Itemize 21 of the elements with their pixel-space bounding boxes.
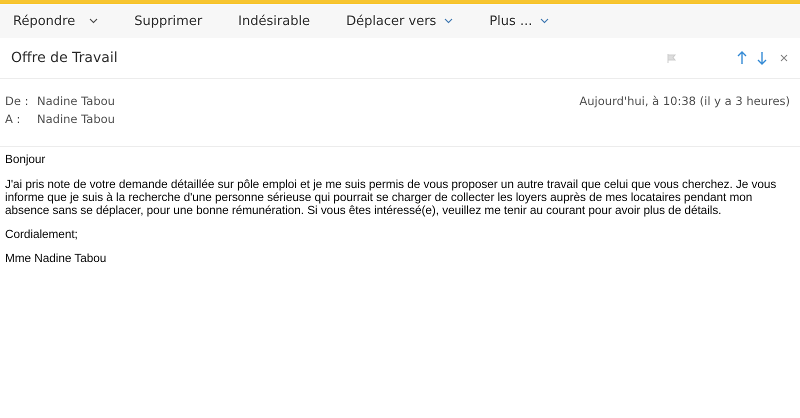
caret-icon[interactable] [444,18,454,24]
header-label: De : [5,94,30,108]
header-label: A : [5,112,22,126]
caret-icon[interactable] [89,18,98,24]
message-paragraph: J'ai pris note de votre demande détaillée sur pôle emploi et je me suis permis de vous proposer un autre travail que celui que vous cherchez. Je vous informe que je suis à la recherche d'une personne sérieuse qui pourrait se charger de collecter les loyers auprès de mes locataires pendant mon absence sans se déplacer, pour une bonne rémunération. Si vous êtes intéressé(e), veuillez me tenir au courant pour avoir plus de détails. [5,178,778,217]
toolbar-button[interactable]: Plus ... [479,7,560,35]
next-arrow-icon[interactable] [757,51,767,65]
toolbar-button[interactable]: Répondre [3,7,108,35]
message-paragraph: Bonjour [5,153,46,166]
toolbar-button[interactable]: Indésirable [228,7,320,35]
email-date: Aujourd'hui, à 10:38 (il y a 3 heures) [579,94,790,110]
message-paragraph: Cordialement; [5,228,79,241]
toolbar-button[interactable]: Déplacer vers [336,7,464,35]
toolbar-button[interactable]: Supprimer [124,7,212,35]
email-subject: Offre de Travail [11,50,118,66]
caret-icon[interactable] [540,18,550,24]
contact-name[interactable]: Nadine Tabou [37,112,115,126]
message-paragraph: Mme Nadine Tabou [5,252,108,265]
contact-name[interactable]: Nadine Tabou [37,94,115,108]
previous-arrow-icon[interactable] [737,51,747,65]
close-icon[interactable] [780,54,788,62]
